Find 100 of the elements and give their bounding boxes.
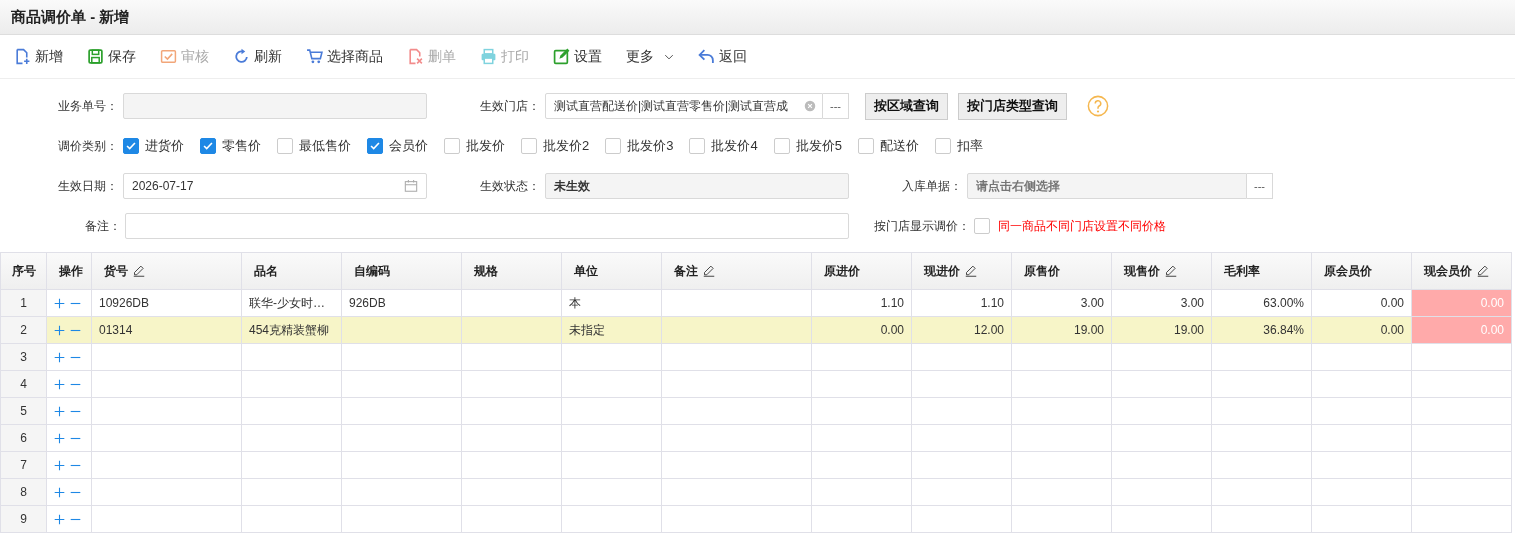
add-row-button[interactable] xyxy=(54,324,65,336)
calendar-icon xyxy=(404,179,418,193)
button-label: 打印 xyxy=(501,47,529,66)
checkbox-label: 进货价 xyxy=(145,137,184,155)
button-label: 返回 xyxy=(719,47,747,66)
table-cell: 0.00 xyxy=(1311,289,1412,317)
checkbox-label: 批发价3 xyxy=(627,137,674,155)
checkbox[interactable] xyxy=(934,138,951,154)
cart-icon xyxy=(306,48,323,65)
add-row-button[interactable] xyxy=(54,405,65,417)
checkbox[interactable] xyxy=(605,138,622,154)
toolbar-button[interactable]: 设置 xyxy=(553,47,602,66)
more-dropdown[interactable]: 更多 xyxy=(626,47,674,66)
add-row-button[interactable] xyxy=(54,432,65,444)
status-field: 未生效 xyxy=(545,173,849,199)
date-field[interactable]: 2026-07-17 xyxy=(123,173,427,199)
add-row-button[interactable] xyxy=(54,351,65,363)
add-row-button[interactable] xyxy=(54,378,65,390)
table-cell: 0.00 xyxy=(1311,316,1412,344)
row-number: 2 xyxy=(0,316,47,344)
row-number: 5 xyxy=(0,397,47,425)
refresh-icon xyxy=(233,48,250,65)
browse-button[interactable]: --- xyxy=(1247,173,1273,199)
remark-field[interactable] xyxy=(125,213,849,239)
toolbar-button[interactable]: 新增 xyxy=(14,47,63,66)
receipt-field[interactable]: 请点击右侧选择 xyxy=(967,173,1247,199)
checkbox-label: 最低售价 xyxy=(299,137,351,155)
checkbox[interactable] xyxy=(773,138,790,154)
column-header: 现进价 xyxy=(924,263,960,278)
checkmark-box-icon xyxy=(160,48,177,65)
row-number: 1 xyxy=(0,289,47,317)
checkbox-label: 批发价 xyxy=(466,137,505,155)
button-label: 选择商品 xyxy=(327,47,383,66)
browse-button[interactable]: --- xyxy=(823,93,849,119)
checkbox[interactable] xyxy=(521,138,537,154)
table-cell: 19.00 xyxy=(1011,316,1112,344)
table-cell: 0.00 xyxy=(1411,316,1512,344)
query-button[interactable]: 按门店类型查询 xyxy=(958,92,1067,120)
add-row-button[interactable] xyxy=(54,513,65,525)
printer-icon xyxy=(480,48,497,65)
selected-row[interactable]: 2 01314 454克精装蟹柳 未指定 0.00 12.00 19.00 19.00 36.84% 0.00 0.00 xyxy=(0,316,1512,344)
column-header: 规格 xyxy=(474,263,498,278)
table-cell: 36.84% xyxy=(1211,316,1312,344)
column-header: 原售价 xyxy=(1024,263,1060,278)
table-cell: 3.00 xyxy=(1111,289,1212,317)
row-number: 7 xyxy=(0,451,47,479)
query-button[interactable]: 按区域查询 xyxy=(865,92,948,120)
column-header: 操作 xyxy=(59,263,83,278)
column-header: 单位 xyxy=(574,263,598,278)
checkbox-label: 批发价4 xyxy=(711,137,758,155)
column-header: 货号 xyxy=(104,263,128,278)
button-label: 新增 xyxy=(35,47,63,66)
table-cell: 12.00 xyxy=(911,316,1012,344)
add-row-button[interactable] xyxy=(54,486,65,498)
column-header: 备注 xyxy=(674,263,698,278)
checkbox[interactable] xyxy=(444,138,460,154)
back-arrow-icon xyxy=(698,48,715,65)
toolbar-button[interactable]: 保存 xyxy=(87,47,136,66)
field-label: 备注： xyxy=(84,217,121,235)
table-cell: 0.00 xyxy=(811,316,912,344)
add-row-button[interactable] xyxy=(54,297,65,309)
order-number-field[interactable] xyxy=(123,93,427,119)
checkbox[interactable] xyxy=(123,138,139,154)
table-cell: 3.00 xyxy=(1011,289,1112,317)
table-cell: 1.10 xyxy=(811,289,912,317)
table-cell: 未指定 xyxy=(561,316,662,344)
toolbar-button[interactable]: 返回 xyxy=(698,47,747,66)
checkbox[interactable] xyxy=(200,138,216,154)
field-label: 生效日期： xyxy=(57,177,118,195)
toolbar-button[interactable]: 选择商品 xyxy=(306,47,383,66)
checkbox[interactable] xyxy=(277,138,293,154)
column-header: 序号 xyxy=(11,263,36,278)
table-cell: 19.00 xyxy=(1111,316,1212,344)
add-row-button[interactable] xyxy=(54,459,65,471)
checkbox[interactable] xyxy=(974,218,990,234)
window-title: 商品调价单 - 新增 xyxy=(11,7,130,27)
document-x-icon xyxy=(407,48,424,65)
table-cell: 0.00 xyxy=(1411,289,1512,317)
checkbox-label: 会员价 xyxy=(389,137,428,155)
button-label: 刷新 xyxy=(254,47,282,66)
field-label: 按门店显示调价： xyxy=(873,217,970,235)
column-header: 原进价 xyxy=(824,263,860,278)
edit-box-icon xyxy=(553,48,570,65)
column-header: 现会员价 xyxy=(1424,263,1472,278)
checkbox[interactable] xyxy=(857,138,874,154)
column-header: 原会员价 xyxy=(1324,263,1372,278)
button-label: 更多 xyxy=(626,47,654,66)
checkbox[interactable] xyxy=(689,138,706,154)
field-label: 业务单号： xyxy=(57,97,118,115)
checkbox[interactable] xyxy=(367,138,383,154)
table-cell: 1.10 xyxy=(911,289,1012,317)
field-label: 调价类别： xyxy=(57,137,118,155)
store-field[interactable]: 测试直营配送价|测试直营零售价|测试直营成 xyxy=(545,93,823,119)
field-label: 入库单据： xyxy=(901,177,962,195)
row-number: 3 xyxy=(0,343,47,371)
toolbar-button[interactable]: 刷新 xyxy=(233,47,282,66)
checkbox-label: 配送价 xyxy=(879,137,919,155)
field-label: 生效状态： xyxy=(479,177,540,195)
column-header: 毛利率 xyxy=(1224,263,1260,278)
column-header: 品名 xyxy=(254,263,278,278)
